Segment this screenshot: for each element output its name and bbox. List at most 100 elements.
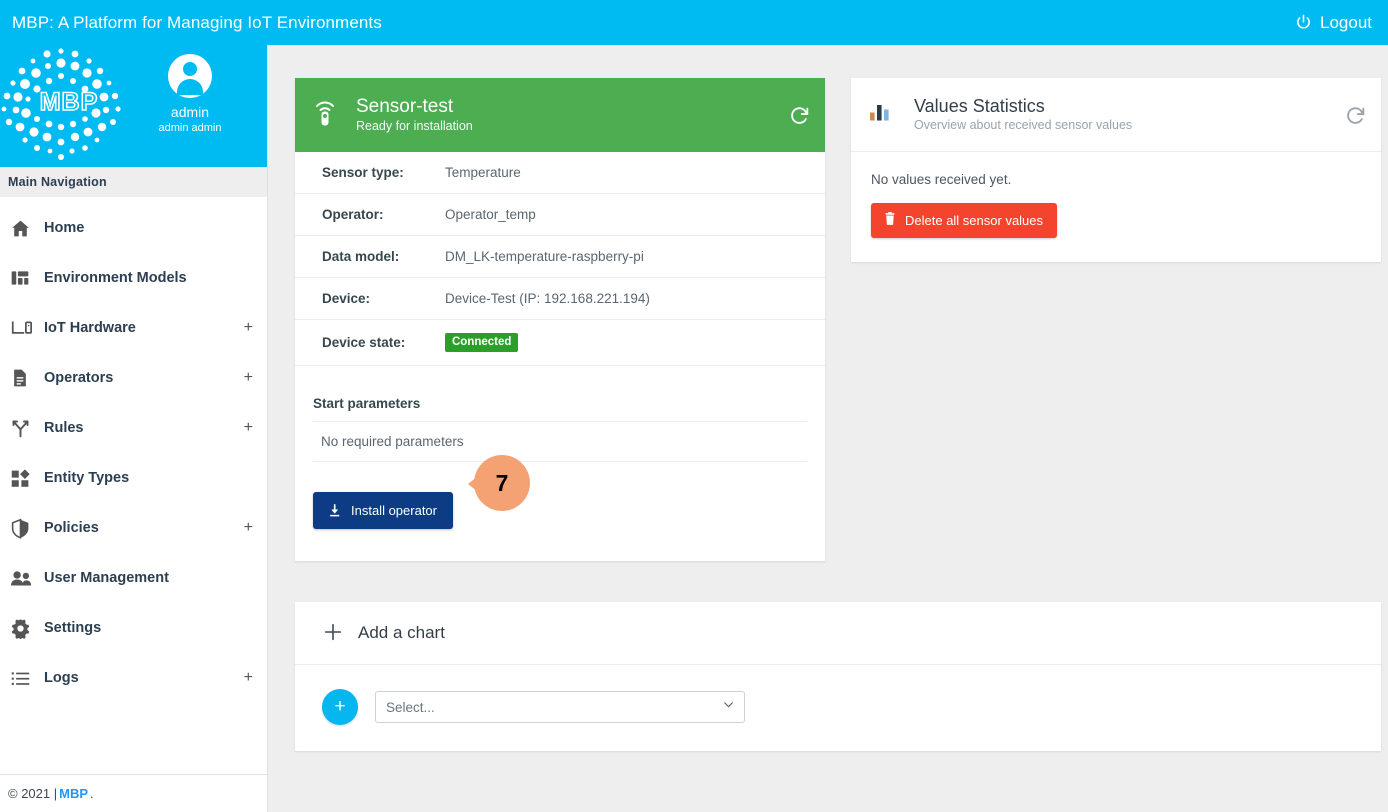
stats-subtitle: Overview about received sensor values <box>914 118 1133 132</box>
expand-icon: + <box>243 419 253 436</box>
home-icon <box>10 216 40 240</box>
expand-icon: + <box>243 369 253 386</box>
sidebar-item-label: Logs <box>44 670 79 686</box>
add-chart-card: Add a chart + Select... <box>295 602 1381 751</box>
main-content: Sensor-test Ready for installation Senso… <box>268 45 1388 812</box>
sensor-header-texts: Sensor-test Ready for installation <box>356 96 473 135</box>
power-icon <box>1294 13 1313 32</box>
table-row: Operator: Operator_temp <box>295 194 825 236</box>
detail-value: Connected <box>445 320 825 366</box>
expand-icon: + <box>243 319 253 336</box>
sensor-title: Sensor-test <box>356 95 454 117</box>
detail-key: Operator: <box>322 207 384 222</box>
copyright-text: © 2021 | <box>8 786 58 801</box>
stats-card-header: Values Statistics Overview about receive… <box>851 78 1381 152</box>
mbp-logo-text: MBP <box>39 87 99 117</box>
table-row: Device: Device-Test (IP: 192.168.221.194… <box>295 278 825 320</box>
sidebar-item-operators[interactable]: Operators + <box>0 353 267 403</box>
detail-value: Temperature <box>445 165 521 180</box>
status-badge: Connected <box>445 333 519 352</box>
dashboard-icon <box>10 266 40 290</box>
avatar-body <box>177 79 203 95</box>
footer: © 2021 | MBP . <box>0 774 267 812</box>
sidebar-item-label: Rules <box>44 420 84 436</box>
delete-all-label: Delete all sensor values <box>905 213 1044 228</box>
stats-empty-message: No values received yet. <box>871 172 1012 187</box>
chart-select-wrapper: Select... <box>375 691 745 723</box>
shapes-icon <box>10 466 40 490</box>
start-parameters-title: Start parameters <box>313 396 421 411</box>
expand-icon: + <box>243 669 253 686</box>
trash-icon <box>883 212 897 229</box>
refresh-icon[interactable] <box>789 104 811 126</box>
start-parameters-empty: No required parameters <box>313 421 807 462</box>
expand-icon: + <box>243 519 253 536</box>
detail-value: Operator_temp <box>445 207 536 222</box>
values-statistics-card: Values Statistics Overview about receive… <box>851 78 1381 262</box>
detail-value: DM_LK-temperature-raspberry-pi <box>445 249 644 264</box>
detail-key: Sensor type: <box>322 165 404 180</box>
sidebar-item-label: Operators <box>44 370 114 386</box>
user-name: admin <box>170 104 210 120</box>
sidebar-item-user-management[interactable]: User Management <box>0 553 267 603</box>
refresh-icon[interactable] <box>1345 104 1367 126</box>
sensor-subtitle: Ready for installation <box>356 118 473 133</box>
install-zone: Install operator 7 <box>295 455 825 561</box>
sidebar-item-environment-models[interactable]: Environment Models <box>0 253 267 303</box>
gear-icon <box>10 616 40 640</box>
mbp-footer-link[interactable]: MBP <box>59 786 88 801</box>
user-avatar-icon <box>183 62 197 76</box>
sidebar-item-label: Settings <box>44 620 102 636</box>
detail-value: Device-Test (IP: 192.168.221.194) <box>445 291 650 306</box>
add-chart-header: Add a chart <box>295 602 1381 665</box>
user-profile[interactable]: admin admin admin <box>131 54 249 136</box>
sensor-detail-table: Sensor type: Temperature Operator: Opera… <box>295 152 825 366</box>
table-row-device-state: Device state: Connected <box>295 320 825 366</box>
chart-select[interactable]: Select... <box>375 691 745 723</box>
stats-card-body: No values received yet. Delete all senso… <box>851 152 1381 262</box>
footer-suffix: . <box>90 786 94 801</box>
sidebar-item-home[interactable]: Home <box>0 203 267 253</box>
stats-header-texts: Values Statistics Overview about receive… <box>914 95 1132 134</box>
download-icon <box>327 503 342 518</box>
branch-icon <box>10 416 40 440</box>
add-chart-body: + Select... <box>295 665 1381 751</box>
sidebar-item-rules[interactable]: Rules + <box>0 403 267 453</box>
install-operator-button[interactable]: Install operator <box>313 492 453 529</box>
sidebar-item-label: Environment Models <box>44 270 187 286</box>
step-annotation: 7 <box>468 455 530 517</box>
sidebar-item-label: Policies <box>44 520 99 536</box>
sidebar-item-iot-hardware[interactable]: IoT Hardware + <box>0 303 267 353</box>
sidebar-item-entity-types[interactable]: Entity Types <box>0 453 267 503</box>
list-icon <box>10 666 40 690</box>
logout-label: Logout <box>1320 12 1372 32</box>
detail-key: Device: <box>322 291 371 306</box>
table-row: Sensor type: Temperature <box>295 152 825 194</box>
user-full-name: admin admin <box>158 122 222 134</box>
stats-title: Values Statistics <box>914 96 1045 116</box>
sidebar-item-policies[interactable]: Policies + <box>0 503 267 553</box>
sidebar-item-label: User Management <box>44 570 169 586</box>
sidebar-item-label: Entity Types <box>44 470 130 486</box>
bar-chart-icon <box>868 100 896 129</box>
add-chart-fab-button[interactable]: + <box>322 689 358 725</box>
delete-all-sensor-values-button[interactable]: Delete all sensor values <box>871 203 1058 238</box>
sidebar: MBP admin admin admin Main Navigation Ho… <box>0 45 268 812</box>
install-operator-label: Install operator <box>351 503 437 518</box>
sidebar-item-logs[interactable]: Logs + <box>0 653 267 703</box>
sidebar-item-settings[interactable]: Settings <box>0 603 267 653</box>
annotation-number: 7 <box>474 455 530 511</box>
sensor-card-body: Sensor type: Temperature Operator: Opera… <box>295 152 825 561</box>
sidebar-item-label: Home <box>44 220 85 236</box>
avatar <box>168 54 212 98</box>
document-icon <box>10 366 40 390</box>
detail-key: Device state: <box>322 335 406 350</box>
nav-section-header: Main Navigation <box>0 167 267 197</box>
sidebar-item-label: IoT Hardware <box>44 320 136 336</box>
users-icon <box>10 566 40 590</box>
sidebar-brand: MBP admin admin admin <box>0 45 267 167</box>
laptop-icon <box>10 316 40 340</box>
sensor-card: Sensor-test Ready for installation Senso… <box>295 78 825 561</box>
logout-button[interactable]: Logout <box>1294 13 1372 33</box>
top-bar: MBP: A Platform for Managing IoT Environ… <box>0 0 1388 45</box>
